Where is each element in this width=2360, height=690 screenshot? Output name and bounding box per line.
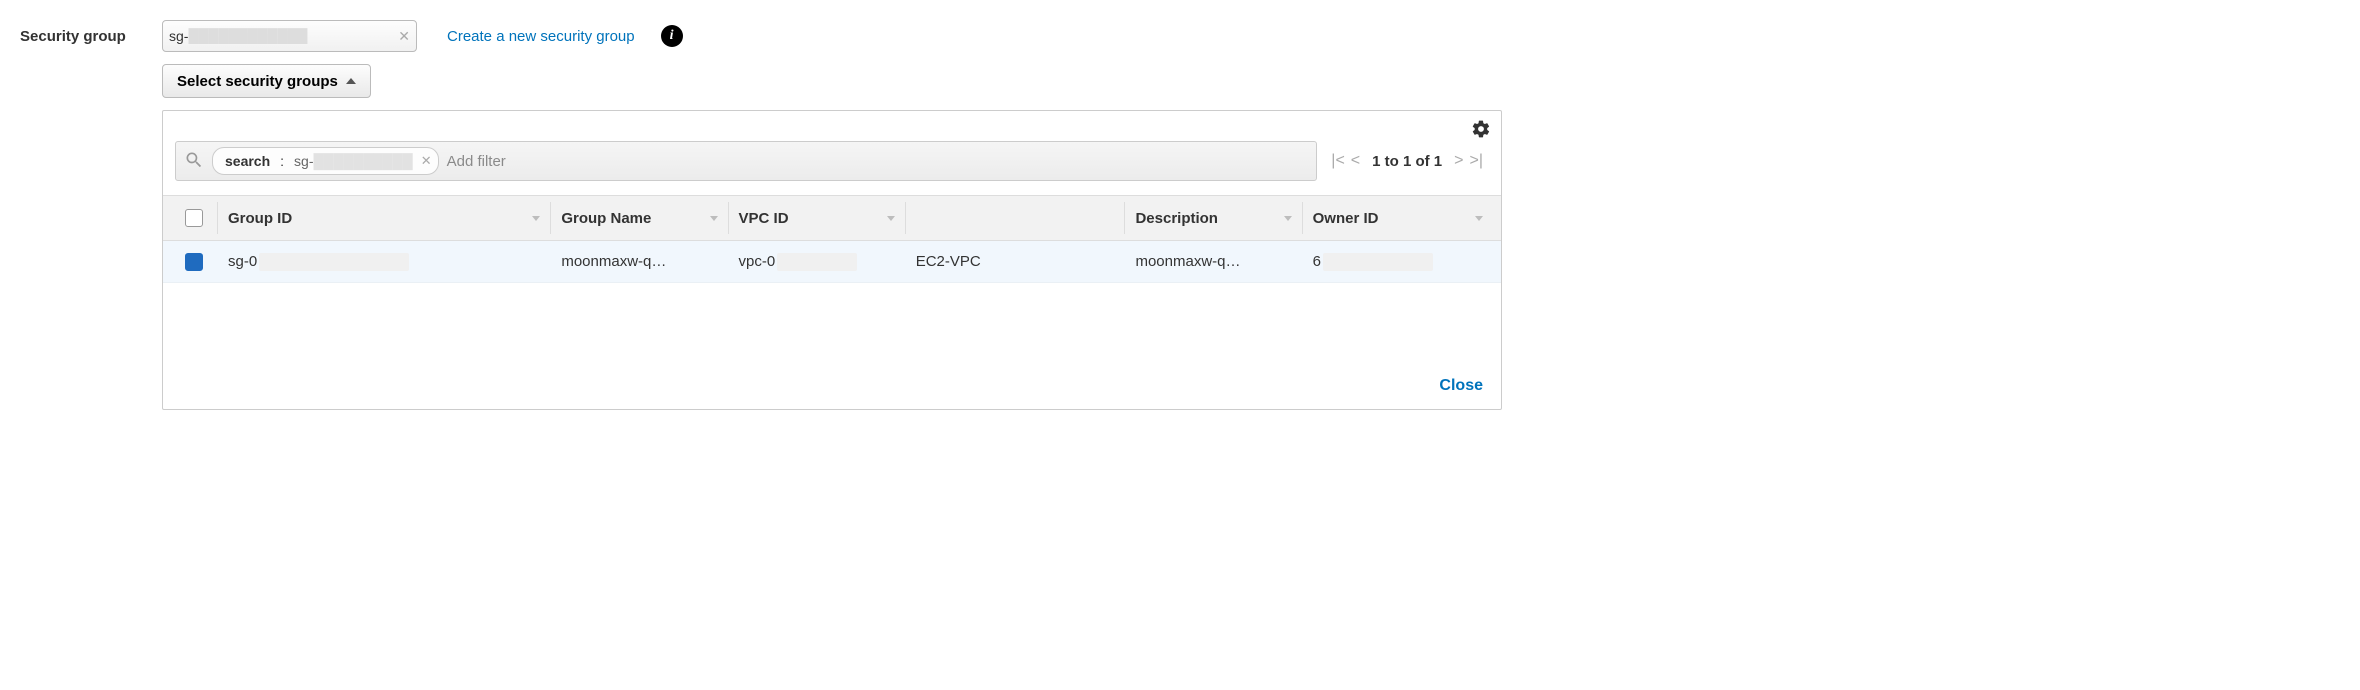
- filter-chip-remove-icon[interactable]: ✕: [421, 153, 432, 169]
- info-icon[interactable]: i: [661, 25, 683, 47]
- page-prev-icon[interactable]: <: [1351, 152, 1360, 170]
- select-all-checkbox[interactable]: [185, 209, 203, 227]
- row-checkbox-cell: [171, 253, 217, 271]
- create-security-group-link[interactable]: Create a new security group: [447, 28, 635, 45]
- row-checkbox[interactable]: [185, 253, 203, 271]
- column-header-owner-id[interactable]: Owner ID: [1303, 210, 1493, 227]
- column-header-vpc-id[interactable]: VPC ID: [729, 210, 905, 227]
- page-next-icon[interactable]: >: [1454, 152, 1463, 170]
- close-button[interactable]: Close: [1439, 377, 1483, 395]
- security-groups-table: Group ID Group Name VPC ID Description O…: [163, 195, 1501, 363]
- column-header-group-name[interactable]: Group Name: [551, 210, 727, 227]
- dropdown-label: Select security groups: [177, 73, 338, 90]
- table-header-row: Group ID Group Name VPC ID Description O…: [163, 195, 1501, 241]
- settings-gear-icon[interactable]: [1471, 119, 1491, 142]
- filter-chip-key: search: [225, 153, 270, 169]
- filter-chip[interactable]: search: sg-██████████ ✕: [212, 147, 439, 175]
- field-label-security-group: Security group: [20, 28, 150, 45]
- pagination: |< < 1 to 1 of 1 > >|: [1325, 152, 1489, 170]
- panel-footer: Close: [163, 363, 1501, 409]
- cell-description: moonmaxw-q…: [1125, 253, 1301, 270]
- search-icon: [184, 150, 204, 173]
- column-header-description[interactable]: Description: [1125, 210, 1301, 227]
- cell-extra: EC2-VPC: [906, 253, 1125, 270]
- page-last-icon[interactable]: >|: [1470, 152, 1484, 170]
- chevron-up-icon: [346, 78, 356, 84]
- cell-vpc-id: vpc-0: [729, 253, 905, 271]
- selected-tag-text: sg-████████████: [169, 28, 398, 44]
- filter-chip-value: sg-██████████: [294, 153, 413, 169]
- cell-group-id: sg-0: [218, 253, 550, 271]
- header-checkbox-cell: [171, 209, 217, 227]
- pagination-text: 1 to 1 of 1: [1372, 153, 1442, 170]
- clear-tag-icon[interactable]: ✕: [398, 28, 410, 45]
- security-groups-panel: search: sg-██████████ ✕ Add filter |< < …: [162, 110, 1502, 410]
- filter-placeholder: Add filter: [447, 153, 1309, 170]
- cell-group-name: moonmaxw-q…: [551, 253, 727, 270]
- page-first-icon[interactable]: |<: [1331, 152, 1345, 170]
- filter-input[interactable]: search: sg-██████████ ✕ Add filter: [175, 141, 1317, 181]
- cell-owner-id: 6: [1303, 253, 1493, 271]
- column-header-group-id[interactable]: Group ID: [218, 210, 550, 227]
- selected-security-group-tag[interactable]: sg-████████████ ✕: [162, 20, 417, 52]
- select-security-groups-dropdown[interactable]: Select security groups: [162, 64, 371, 98]
- table-row[interactable]: sg-0 moonmaxw-q… vpc-0 EC2-VPC moonmaxw-…: [163, 241, 1501, 283]
